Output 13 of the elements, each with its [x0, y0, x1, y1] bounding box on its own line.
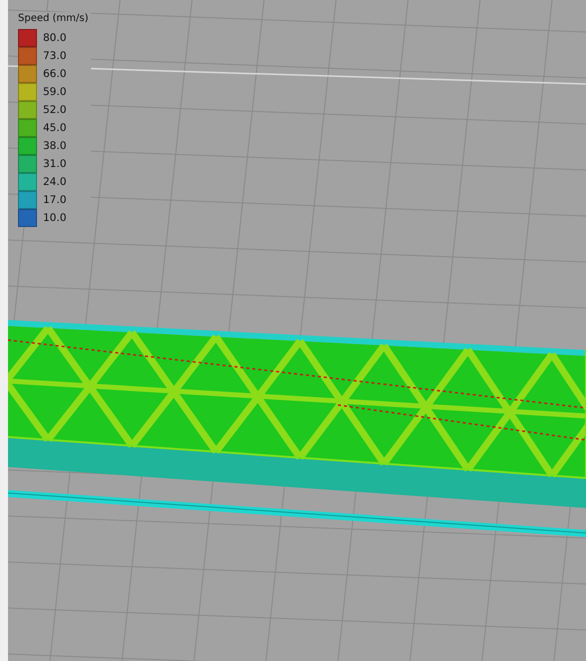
legend-value: 59.0 [43, 86, 66, 98]
3d-viewport[interactable]: Speed (mm/s) 80.0 73.0 66.0 59.0 52.0 45.0 38.0 31.0 24.0 17.0 10.0 [8, 0, 586, 661]
legend-value: 66.0 [43, 68, 66, 80]
legend-value: 17.0 [43, 194, 66, 206]
legend-value: 52.0 [43, 104, 66, 116]
legend-value: 24.0 [43, 176, 66, 188]
legend-value: 10.0 [43, 212, 66, 224]
legend-title: Speed (mm/s) [18, 12, 88, 25]
legend-value: 80.0 [43, 32, 66, 44]
legend-value: 31.0 [43, 158, 66, 170]
legend-value: 45.0 [43, 122, 66, 134]
legend-value: 38.0 [43, 140, 66, 152]
legend-value: 73.0 [43, 50, 66, 62]
